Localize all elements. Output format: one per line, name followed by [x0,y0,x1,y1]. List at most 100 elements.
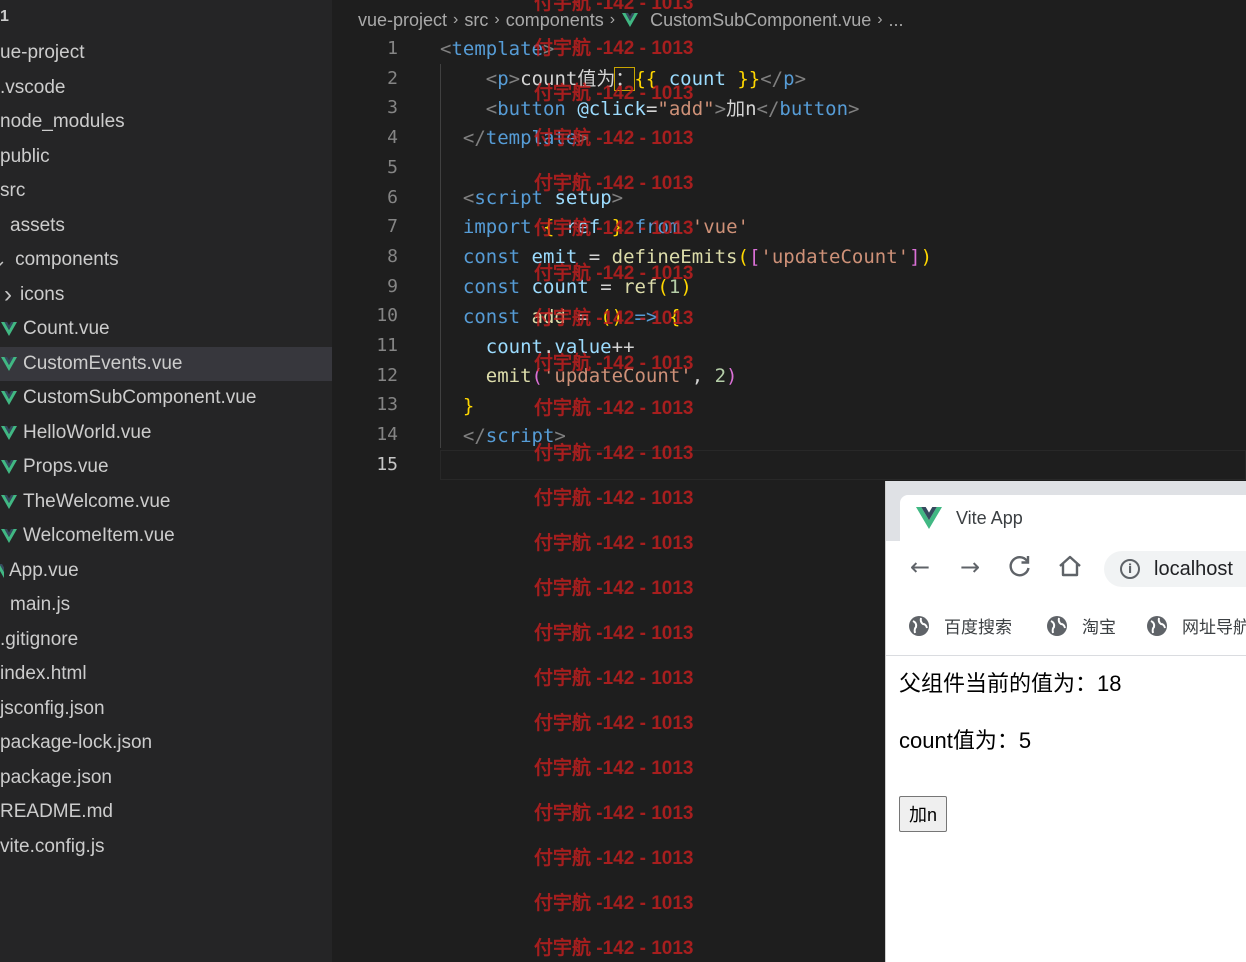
explorer-item-label: App.vue [9,559,79,581]
vue-file-icon [0,424,18,442]
explorer-item-label: CustomSubComponent.vue [23,387,257,408]
explorer-item-label: index.html [0,663,87,684]
explorer-item-thewelcome-vue[interactable]: TheWelcome.vue [0,485,332,519]
watermark-text: 付宇航 -142 - 1013 [534,758,694,779]
explorer-item-1[interactable]: 1 [0,0,332,34]
explorer-item-label: package-lock.json [0,732,153,753]
vue-file-icon [0,493,18,511]
explorer-item-node-modules[interactable]: node_modules [0,105,332,139]
vue-file-icon [0,389,18,407]
explorer-item-main-js[interactable]: main.js [0,588,332,622]
watermark-text: 付宇航 -142 - 1013 [534,893,694,914]
bookmark-baidu[interactable]: 百度搜索 [908,613,1012,638]
explorer-item-label: Props.vue [23,456,109,477]
explorer-item-src[interactable]: src [0,174,332,208]
explorer-item-helloworld-vue[interactable]: HelloWorld.vue [0,416,332,450]
watermark-text: 付宇航 -142 - 1013 [534,488,694,509]
explorer-item-vscode[interactable]: .vscode [0,71,332,105]
line-number: 9 [387,275,398,297]
explorer-item-gitignore[interactable]: .gitignore [0,623,332,657]
explorer-item-jsconfig-json[interactable]: jsconfig.json [0,692,332,726]
globe-icon [908,615,930,637]
explorer-item-customevents-vue[interactable]: CustomEvents.vue [0,346,332,381]
explorer-item-label: README.md [0,801,113,822]
explorer-item-label: assets [10,214,65,236]
line-number: 7 [387,216,398,238]
explorer-item-label: vite.config.js [0,835,105,857]
line-number: 8 [387,245,398,267]
breadcrumb-item-symbol[interactable]: ... [889,10,904,31]
page-content: 父组件当前的值为：18 count值为：5 加n [886,656,1246,962]
watermark-text: 付宇航 -142 - 1013 [534,263,694,284]
explorer-sidebar: 1 ue-project .vscode node_modulespublic src a… [0,0,332,962]
browser-tab[interactable]: Vite App × [900,495,1246,541]
code-line-13[interactable]: } [440,391,474,421]
watermark-text: 付宇航 -142 - 1013 [534,308,694,329]
browser-toolbar: ← → i localhost [886,541,1246,593]
reload-icon[interactable] [1006,553,1034,581]
explorer-item-icons[interactable]: › icons [0,278,332,312]
vue-file-icon [0,562,4,580]
explorer-item-package-lock-json[interactable]: package-lock.json [0,726,332,760]
chevron-right-icon: › [494,11,500,28]
watermark-text: 付宇航 -142 - 1013 [534,848,694,869]
bookmark-label: 淘宝 [1082,618,1116,638]
explorer-item-props-vue[interactable]: Props.vue [0,450,332,484]
browser-tab-strip: Vite App × [886,481,1246,541]
watermark-text: 付宇航 -142 - 1013 [534,443,694,464]
explorer-item-label: jsconfig.json [0,697,105,719]
explorer-item-label: ue-project [0,42,85,63]
explorer-item-label: TheWelcome.vue [23,490,171,512]
bookmarks-bar: 百度搜索 淘宝 网址导航 [886,593,1246,656]
watermark-text: 付宇航 -142 - 1013 [534,803,694,824]
explorer-item-index-html[interactable]: index.html [0,657,332,691]
explorer-item-label: src [0,180,26,201]
vue-file-icon [0,527,18,545]
breadcrumb-item-src[interactable]: src [464,10,488,31]
bookmark-label: 网址导航 [1182,618,1246,638]
add-n-button[interactable]: 加n [899,796,948,832]
explorer-item-label: WelcomeItem.vue [23,525,175,546]
explorer-item-readme-md[interactable]: README.md [0,795,332,829]
line-number: 10 [376,305,398,327]
explorer-item-welcomeitem-vue[interactable]: WelcomeItem.vue [0,519,332,553]
bookmark-navigation[interactable]: 网址导航 [1146,613,1246,638]
line-number: 4 [387,127,398,149]
explorer-item-label: HelloWorld.vue [23,421,152,443]
watermark-text: 付宇航 -142 - 1013 [534,128,694,149]
line-number: 2 [387,67,398,89]
explorer-item-assets[interactable]: assets [0,209,332,243]
watermark-text: 付宇航 -142 - 1013 [534,578,694,599]
explorer-item-customsubcomponent-vue[interactable]: CustomSubComponent.vue [0,381,332,415]
browser-tab-title: Vite App [956,507,1023,528]
vue-logo-icon [916,507,942,529]
back-arrow-icon[interactable]: ← [906,553,934,581]
explorer-item-components[interactable]: ⌄ components [0,243,332,277]
vue-file-icon [0,355,18,373]
explorer-item-package-json[interactable]: package.json [0,761,332,795]
forward-arrow-icon[interactable]: → [956,553,984,581]
explorer-item-vite-config-js[interactable]: vite.config.js [0,830,332,864]
explorer-item-ue-project[interactable]: ue-project [0,36,332,70]
explorer-item-count-vue[interactable]: Count.vue [0,312,332,346]
watermark-text: 付宇航 -142 - 1013 [534,533,694,554]
address-bar[interactable]: i localhost [1104,551,1246,587]
explorer-item-label: package.json [0,766,112,788]
explorer-item-app-vue[interactable]: App.vue [0,554,332,588]
chevron-right-icon: › [453,11,459,28]
watermark-text: 付宇航 -142 - 1013 [534,668,694,689]
code-number-two: 2 [714,365,727,387]
home-icon[interactable] [1056,553,1084,581]
line-number: 5 [387,156,398,178]
explorer-item-label: node_modules [0,111,125,132]
address-url: localhost [1154,557,1233,580]
explorer-item-public[interactable]: public [0,140,332,174]
explorer-item-label: components [15,249,119,270]
watermark-text: 付宇航 -142 - 1013 [534,0,694,14]
line-number: 11 [376,335,398,356]
bookmark-taobao[interactable]: 淘宝 [1046,613,1116,638]
info-icon[interactable]: i [1120,559,1140,579]
watermark-text: 付宇航 -142 - 1013 [534,218,694,239]
breadcrumb-item-project[interactable]: vue-project [358,10,447,31]
vue-file-icon [0,458,18,476]
